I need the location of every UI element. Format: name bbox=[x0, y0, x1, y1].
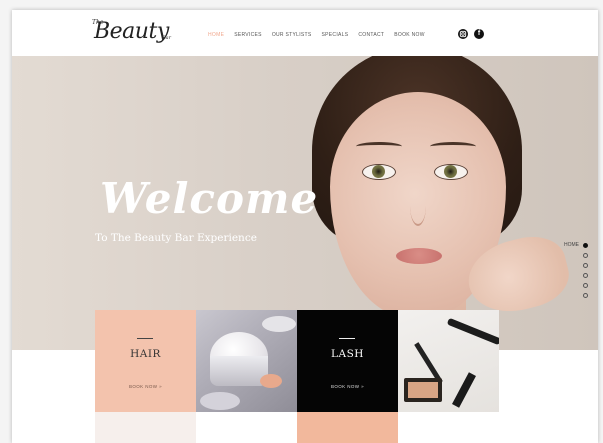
instagram-icon[interactable] bbox=[458, 29, 468, 39]
nav-contact[interactable]: CONTACT bbox=[358, 32, 384, 38]
website-page: The Beauty Bar HOME SERVICES OUR STYLIST… bbox=[12, 10, 598, 443]
hero-subtitle: To The Beauty Bar Experience bbox=[95, 232, 257, 244]
nav-our-stylists[interactable]: OUR STYLISTS bbox=[272, 32, 312, 38]
site-logo[interactable]: Beauty bbox=[94, 19, 169, 44]
site-header: The Beauty Bar HOME SERVICES OUR STYLIST… bbox=[12, 10, 598, 56]
model-nose bbox=[410, 186, 426, 226]
spa-products-photo bbox=[196, 310, 297, 412]
lower-tile bbox=[196, 412, 297, 443]
lipstick-tube bbox=[452, 372, 476, 408]
section-dot-4[interactable] bbox=[583, 273, 588, 278]
divider bbox=[137, 338, 153, 339]
mascara-wand bbox=[446, 317, 499, 346]
lash-book-now-link[interactable]: BOOK NOW » bbox=[297, 384, 398, 389]
divider bbox=[339, 338, 355, 339]
right-brow bbox=[430, 142, 476, 151]
lash-tile-title: LASH bbox=[331, 348, 364, 360]
hero-banner: Welcome To The Beauty Bar Experience HOM… bbox=[12, 56, 598, 350]
dot-icon bbox=[583, 242, 588, 248]
right-eye bbox=[434, 164, 468, 180]
dot-icon bbox=[583, 283, 588, 288]
makeup-products-photo bbox=[398, 310, 499, 412]
stone-shape bbox=[262, 316, 296, 332]
left-eye bbox=[362, 164, 396, 180]
facebook-icon[interactable]: f bbox=[474, 29, 484, 39]
social-links: f bbox=[458, 29, 484, 39]
model-photo bbox=[292, 56, 582, 350]
eyeshadow-palette bbox=[404, 378, 442, 402]
dot-icon bbox=[583, 293, 588, 298]
nav-services[interactable]: SERVICES bbox=[234, 32, 262, 38]
browser-frame: The Beauty Bar HOME SERVICES OUR STYLIST… bbox=[0, 0, 603, 443]
lower-tile bbox=[398, 412, 499, 443]
left-brow bbox=[356, 142, 402, 151]
section-dot-2[interactable] bbox=[583, 253, 588, 258]
dot-icon bbox=[583, 273, 588, 278]
nav-book-now[interactable]: BOOK NOW bbox=[394, 32, 424, 38]
hair-tile-title: HAIR bbox=[130, 348, 161, 360]
logo-suffix: Bar bbox=[162, 35, 172, 41]
lower-tile bbox=[297, 412, 398, 443]
model-lips bbox=[396, 248, 442, 264]
stone-shape bbox=[200, 392, 240, 410]
lower-tile bbox=[95, 412, 196, 443]
hair-tile[interactable]: HAIR BOOK NOW » bbox=[95, 310, 196, 412]
nav-home[interactable]: HOME bbox=[208, 32, 224, 38]
dot-icon bbox=[583, 263, 588, 268]
hair-book-now-link[interactable]: BOOK NOW » bbox=[95, 384, 196, 389]
section-dot-home[interactable]: HOME bbox=[564, 242, 588, 248]
nav-specials[interactable]: SPECIALS bbox=[322, 32, 349, 38]
section-dot-3[interactable] bbox=[583, 263, 588, 268]
hero-title: Welcome bbox=[100, 174, 319, 223]
section-dot-nav: HOME bbox=[564, 242, 588, 298]
lower-tiles-preview bbox=[95, 412, 499, 443]
section-dot-6[interactable] bbox=[583, 293, 588, 298]
section-dot-5[interactable] bbox=[583, 283, 588, 288]
section-dot-label: HOME bbox=[564, 242, 579, 248]
dot-icon bbox=[583, 253, 588, 258]
main-nav: HOME SERVICES OUR STYLISTS SPECIALS CONT… bbox=[208, 32, 425, 38]
lash-tile[interactable]: LASH BOOK NOW » bbox=[297, 310, 398, 412]
flower-shape bbox=[260, 374, 282, 388]
service-tiles: HAIR BOOK NOW » LASH BOOK NOW » bbox=[95, 310, 499, 412]
instagram-glyph bbox=[459, 30, 467, 38]
